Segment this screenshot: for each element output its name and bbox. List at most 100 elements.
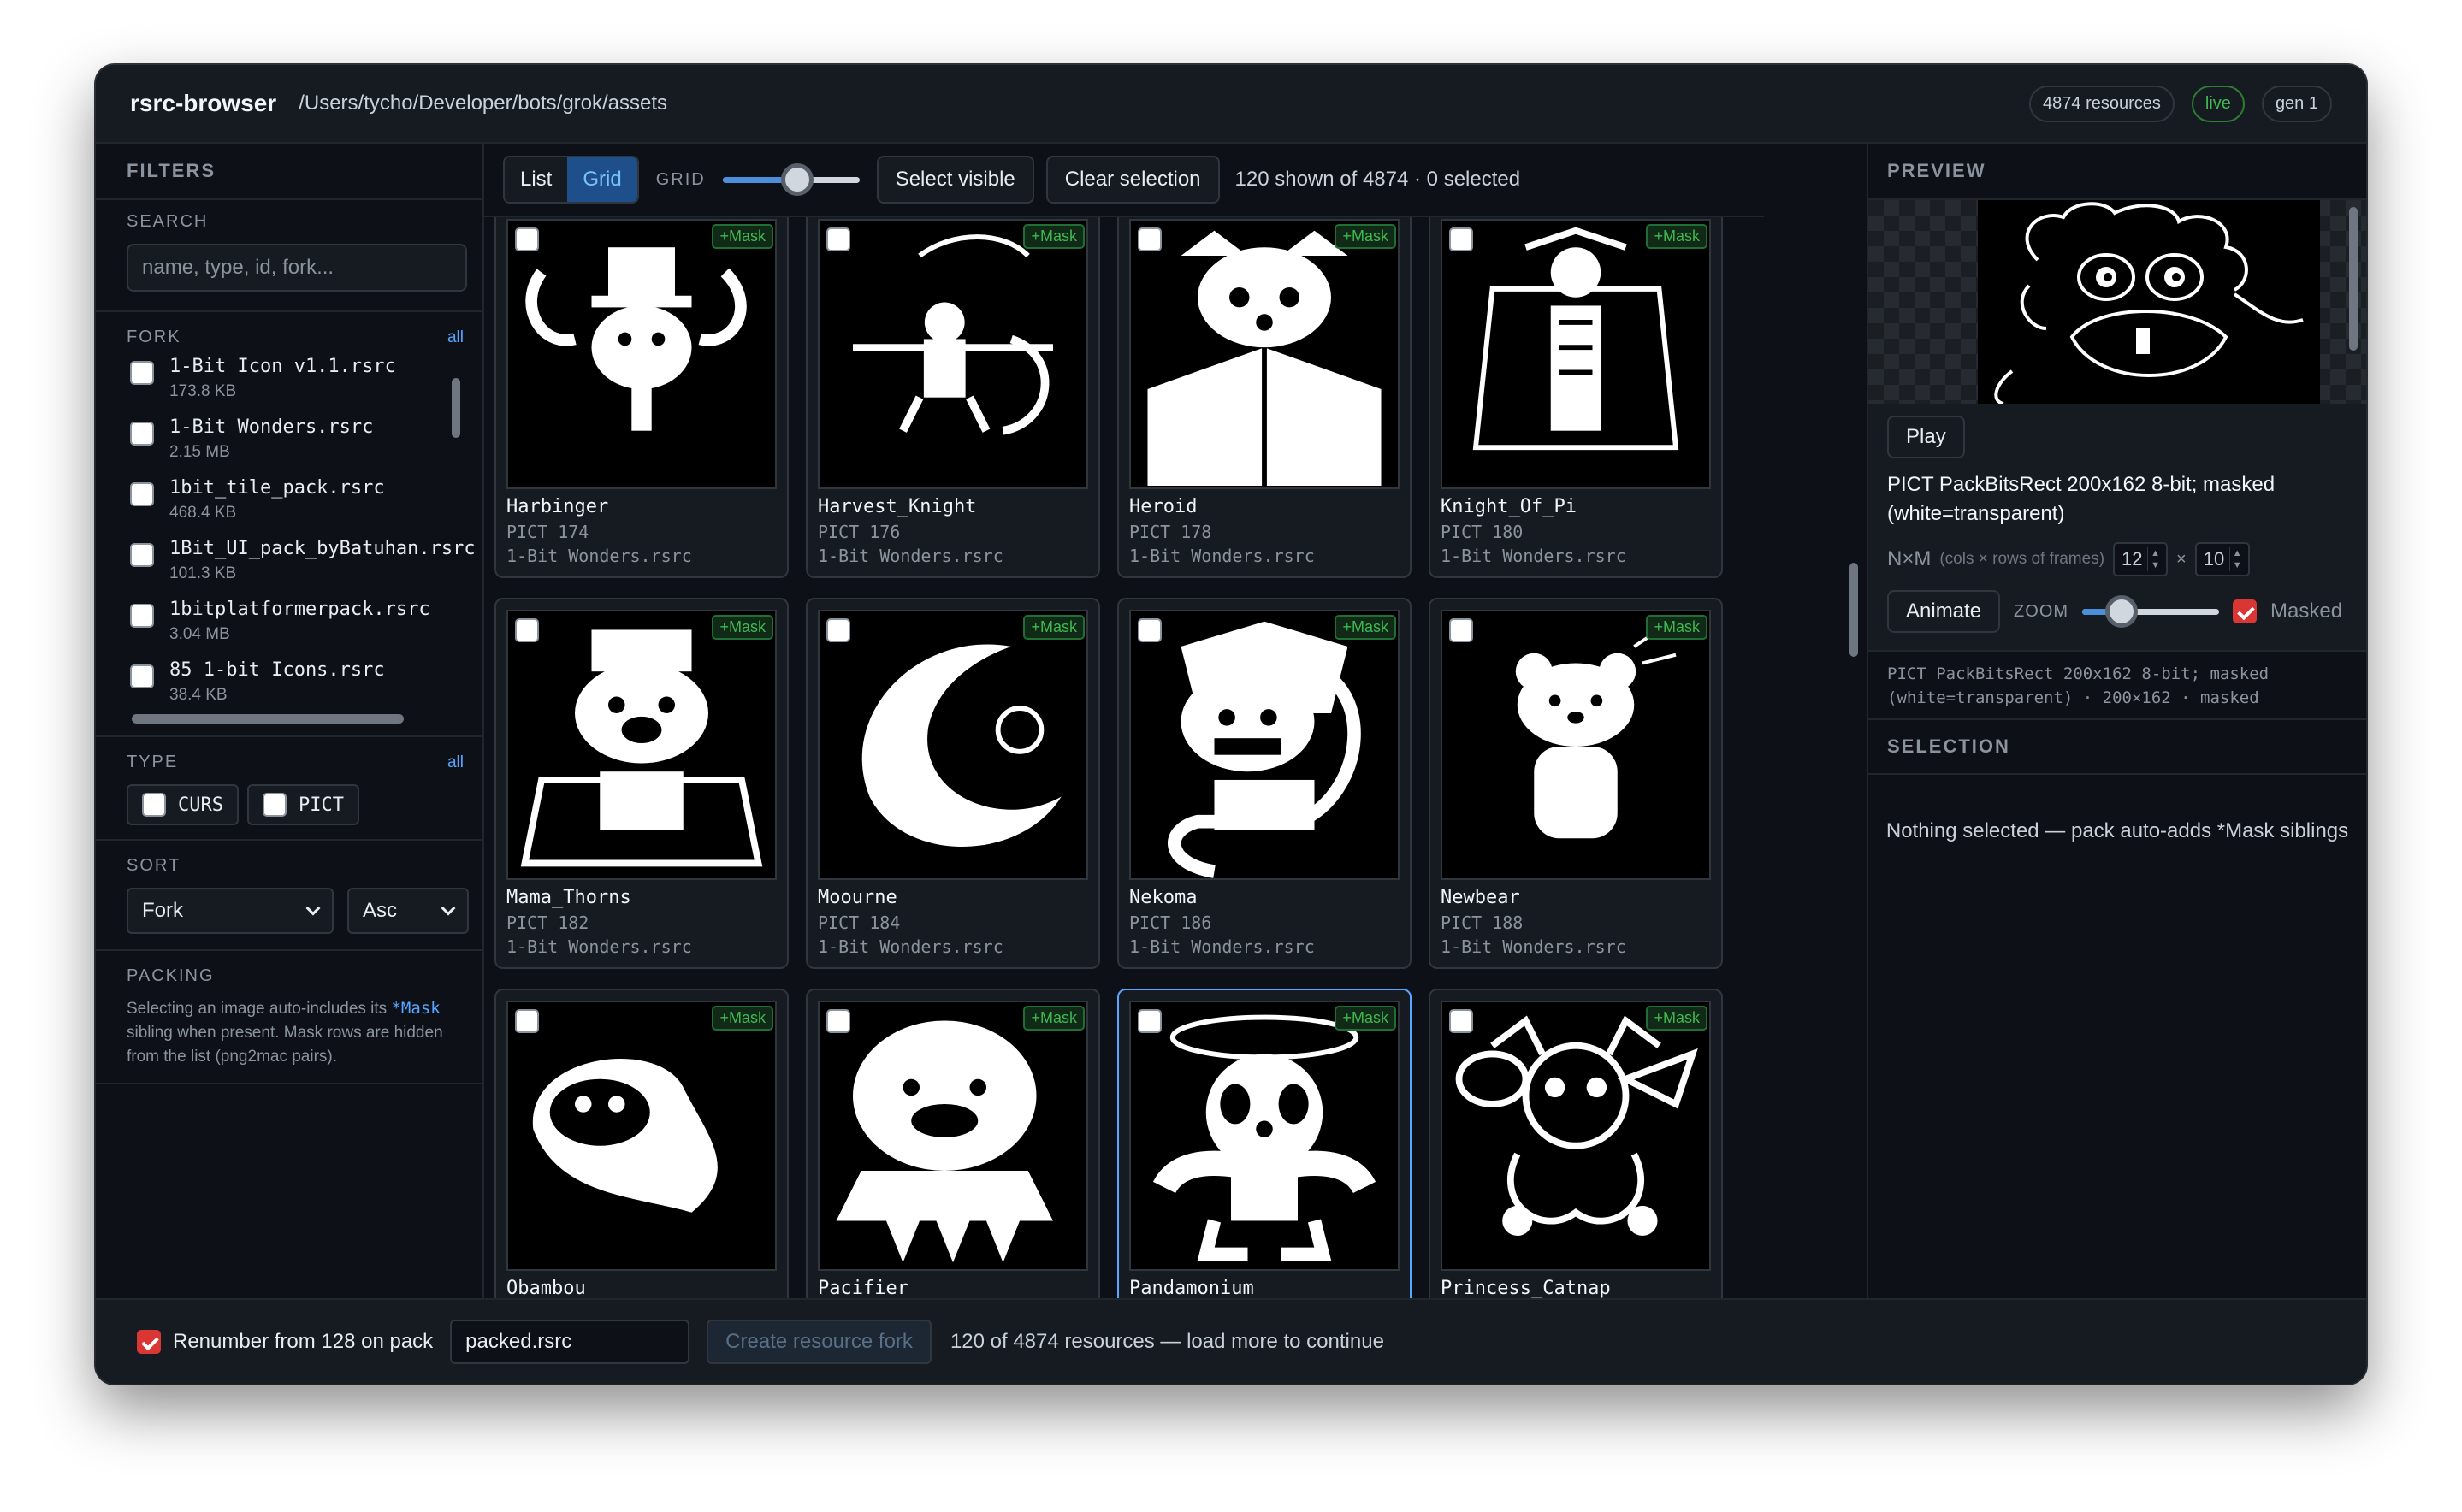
resource-card[interactable]: +Mask Knight_Of_Pi PICT 180 1-Bit Wonders.r… xyxy=(1429,217,1723,578)
card-checkbox[interactable] xyxy=(1138,618,1162,642)
preview-image xyxy=(1978,200,2320,404)
play-button[interactable]: Play xyxy=(1887,416,1965,458)
fork-list-scrollbar[interactable] xyxy=(452,378,460,438)
selection-title: SELECTION xyxy=(1887,735,2010,757)
type-checkbox[interactable] xyxy=(142,793,166,817)
mask-badge: +Mask xyxy=(1023,615,1085,640)
resource-card[interactable]: +Mask Pacifier xyxy=(806,989,1100,1298)
type-filter-pict[interactable]: PICT xyxy=(246,784,359,825)
fork-checkbox[interactable] xyxy=(130,422,154,446)
sort-order-value: Asc xyxy=(363,899,398,922)
card-checkbox[interactable] xyxy=(826,227,850,251)
zoom-slider[interactable] xyxy=(2082,594,2220,629)
slider-knob[interactable] xyxy=(780,163,814,196)
card-checkbox[interactable] xyxy=(1138,227,1162,251)
card-name: Obambou xyxy=(506,1278,586,1298)
stepper-icon[interactable]: ▲ ▼ xyxy=(2147,547,2163,571)
fork-all-link[interactable]: all xyxy=(447,328,464,347)
fork-item[interactable]: 1Bit_UI_pack_byBatuhan.rsrc 101.3 KB xyxy=(130,538,482,599)
card-checkbox[interactable] xyxy=(826,618,850,642)
fork-checkbox[interactable] xyxy=(130,664,154,688)
fork-item[interactable]: 85 1-bit Icons.rsrc 38.4 KB xyxy=(130,659,482,720)
sort-order-select[interactable]: Asc xyxy=(347,888,469,934)
card-type: PICT 184 xyxy=(818,913,901,933)
rows-input[interactable]: 10 ▲ ▼ xyxy=(2194,542,2250,576)
grid-view-button[interactable]: Grid xyxy=(567,157,637,202)
fork-size: 3.04 MB xyxy=(169,625,230,643)
card-fork: 1-Bit Wonders.rsrc xyxy=(1129,546,1315,566)
slider-knob[interactable] xyxy=(2105,595,2139,628)
sort-field-select[interactable]: Fork xyxy=(127,888,334,934)
resource-card[interactable]: +Mask Mama_Thorns PICT 182 1-Bit Wonders.rs… xyxy=(494,598,789,969)
type-all-link[interactable]: all xyxy=(447,753,464,772)
divider xyxy=(96,1083,482,1084)
animate-button[interactable]: Animate xyxy=(1887,590,2001,633)
resource-card[interactable]: +Mask Nekoma PICT 186 1-Bit Wonders.rsrc xyxy=(1117,598,1412,969)
card-checkbox[interactable] xyxy=(1449,1009,1473,1033)
resource-card[interactable]: +Mask Heroid PICT 178 1-Bit Wonders.rsrc xyxy=(1117,217,1412,578)
select-visible-button[interactable]: Select visible xyxy=(876,156,1034,204)
resource-card[interactable]: +Mask Obambou xyxy=(494,989,789,1298)
card-checkbox[interactable] xyxy=(515,227,539,251)
resource-card[interactable]: +Mask Harbinger PICT 174 1-Bit Wonders.rsrc xyxy=(494,217,789,578)
type-label-row: TYPE all xyxy=(96,737,482,772)
masked-checkbox[interactable] xyxy=(2233,599,2258,623)
card-type: PICT 186 xyxy=(1129,913,1212,933)
resource-card[interactable]: +Mask Newbear PICT 188 1-Bit Wonders.rsrc xyxy=(1429,598,1723,969)
fork-name: 1bitplatformerpack.rsrc xyxy=(169,599,430,620)
preview-scrollbar[interactable] xyxy=(2349,207,2358,351)
list-view-button[interactable]: List xyxy=(505,157,568,202)
chevron-down-icon xyxy=(441,901,456,916)
output-filename-input[interactable] xyxy=(450,1320,690,1364)
create-resource-fork-button[interactable]: Create resource fork xyxy=(707,1320,932,1364)
fork-label-row: FORK all xyxy=(96,312,482,347)
grid-size-slider[interactable] xyxy=(722,162,860,197)
card-name: Knight_Of_Pi xyxy=(1441,496,1577,517)
resource-thumbnail xyxy=(818,219,1088,489)
cols-input[interactable]: 12 ▲ ▼ xyxy=(2113,542,2169,576)
assets-path: /Users/tycho/Developer/bots/grok/assets xyxy=(299,92,668,115)
grid-scrollbar[interactable] xyxy=(1849,563,1858,657)
type-checkbox[interactable] xyxy=(262,793,287,817)
card-fork: 1-Bit Wonders.rsrc xyxy=(506,546,692,566)
type-filter-curs[interactable]: CURS xyxy=(127,784,239,825)
fork-label: FORK xyxy=(127,328,181,346)
resource-thumbnail xyxy=(506,610,777,880)
clear-selection-button[interactable]: Clear selection xyxy=(1045,156,1220,204)
resource-card[interactable]: +Mask Princess_Catnap xyxy=(1429,989,1723,1298)
live-badge: live xyxy=(2191,85,2245,122)
card-checkbox[interactable] xyxy=(515,618,539,642)
fork-item[interactable]: 1bit_tile_pack.rsrc 468.4 KB xyxy=(130,477,482,538)
preview-controls: Play PICT PackBitsRect 200x162 8-bit; ma… xyxy=(1868,404,2366,652)
nm-label: N×M xyxy=(1887,547,1932,570)
card-name: Harvest_Knight xyxy=(818,496,977,517)
fork-checkbox[interactable] xyxy=(130,361,154,385)
fork-name: 1-Bit Icon v1.1.rsrc xyxy=(169,356,396,377)
resource-card[interactable]: +Mask Moourne PICT 184 1-Bit Wonders.rsrc xyxy=(806,598,1100,969)
card-checkbox[interactable] xyxy=(1449,227,1473,251)
card-checkbox[interactable] xyxy=(1138,1009,1162,1033)
shown-count: 120 shown of 4874 · 0 selected xyxy=(1234,168,1521,191)
fork-item[interactable]: 1bitplatformerpack.rsrc 3.04 MB xyxy=(130,599,482,659)
mask-badge: +Mask xyxy=(1646,615,1707,640)
fork-list-hscrollbar[interactable] xyxy=(132,714,404,724)
fork-checkbox[interactable] xyxy=(130,604,154,628)
type-label-curs: CURS xyxy=(178,794,223,816)
fork-item[interactable]: 1-Bit Wonders.rsrc 2.15 MB xyxy=(130,416,482,477)
resource-card[interactable]: +Mask Harvest_Knight PICT 176 1-Bit Wonders… xyxy=(806,217,1100,578)
stepper-icon[interactable]: ▲ ▼ xyxy=(2228,547,2245,571)
card-checkbox[interactable] xyxy=(826,1009,850,1033)
fork-checkbox[interactable] xyxy=(130,482,154,506)
fork-checkbox[interactable] xyxy=(130,543,154,567)
search-input[interactable] xyxy=(127,244,467,292)
card-fork: 1-Bit Wonders.rsrc xyxy=(1441,546,1626,566)
fork-name: 1bit_tile_pack.rsrc xyxy=(169,477,385,499)
card-checkbox[interactable] xyxy=(1449,618,1473,642)
card-checkbox[interactable] xyxy=(515,1009,539,1033)
generation-badge: gen 1 xyxy=(2261,85,2332,122)
packing-help-text: Selecting an image auto-includes its *Ma… xyxy=(127,999,443,1066)
resource-card[interactable]: +Mask Pandamonium xyxy=(1117,989,1412,1298)
fork-item[interactable]: 1-Bit Icon v1.1.rsrc 173.8 KB xyxy=(130,356,482,416)
card-name: Pandamonium xyxy=(1129,1278,1254,1298)
renumber-checkbox[interactable] xyxy=(137,1330,161,1354)
